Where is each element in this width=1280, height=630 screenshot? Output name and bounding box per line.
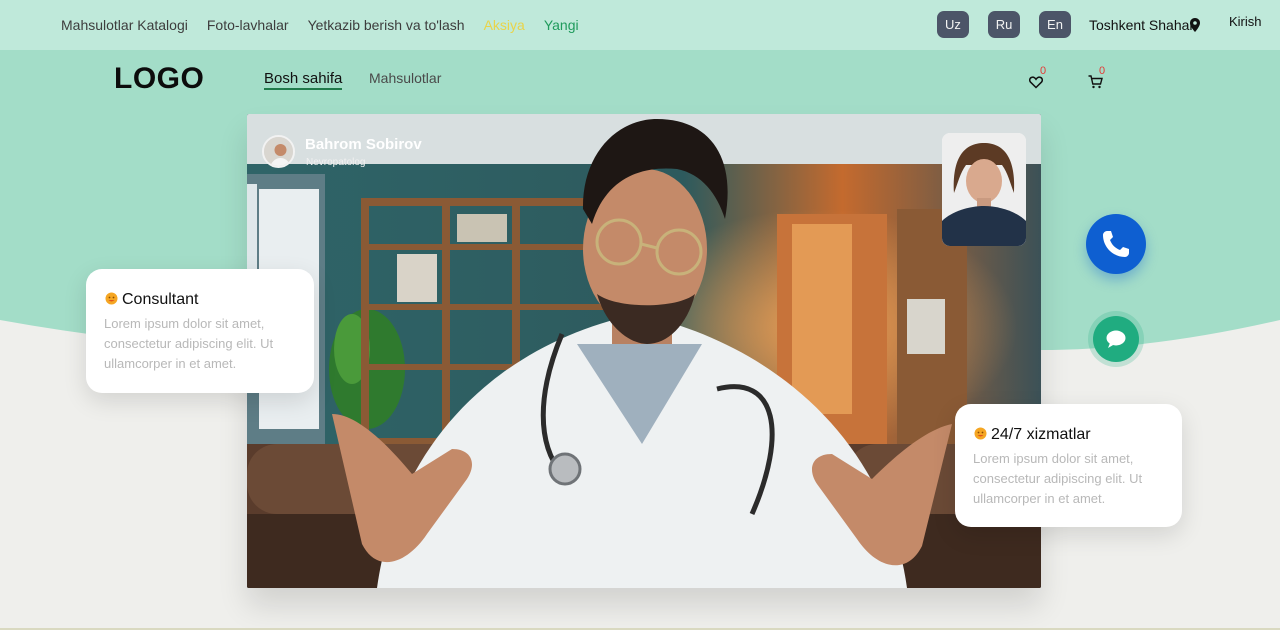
top-links: Mahsulotlar Katalogi Foto-lavhalar Yetka… (61, 17, 598, 33)
video-call-frame: Bahrom Sobirov Nevropatolog (247, 114, 1041, 588)
doctor-video-image (247, 114, 1041, 588)
link-delivery[interactable]: Yetkazib berish va to'lash (308, 17, 465, 33)
host-role: Nevropatolog (306, 157, 366, 168)
cart-count-badge: 0 (1099, 65, 1106, 77)
lang-ru-button[interactable]: Ru (988, 11, 1020, 38)
consultant-card-text: Lorem ipsum dolor sit amet, consectetur … (104, 316, 274, 371)
link-catalog[interactable]: Mahsulotlar Katalogi (61, 17, 188, 33)
wishlist-count-badge: 0 (1040, 65, 1047, 77)
city-selector[interactable]: Toshkent Shahar (1089, 17, 1194, 33)
patient-video-thumbnail[interactable] (942, 133, 1026, 246)
consultant-title-text: Consultant (122, 291, 199, 308)
consultant-card-title: Consultant (105, 291, 199, 309)
service-card-title: 24/7 xizmatlar (974, 426, 1091, 444)
host-name: Bahrom Sobirov (305, 136, 422, 153)
call-button[interactable] (1086, 214, 1146, 274)
service-card: 24/7 xizmatlar Lorem ipsum dolor sit ame… (955, 404, 1182, 527)
nav-products[interactable]: Mahsulotlar (369, 70, 441, 86)
location-pin-icon[interactable] (1189, 18, 1201, 32)
emoji-icon (105, 292, 118, 305)
phone-icon (1103, 231, 1129, 257)
link-photos[interactable]: Foto-lavhalar (207, 17, 289, 33)
service-card-text: Lorem ipsum dolor sit amet, consectetur … (973, 451, 1143, 506)
top-bar: Mahsulotlar Katalogi Foto-lavhalar Yetka… (0, 0, 1280, 50)
lang-uz-button[interactable]: Uz (937, 11, 969, 38)
cart-icon[interactable] (1088, 75, 1103, 89)
nav-home[interactable]: Bosh sahifa (264, 70, 343, 90)
login-link[interactable]: Kirish (1229, 14, 1262, 29)
chat-icon (1106, 330, 1126, 348)
site-logo[interactable]: LOGO (114, 62, 204, 96)
service-title-text: 24/7 xizmatlar (991, 426, 1091, 443)
link-sale[interactable]: Aksiya (484, 17, 525, 33)
lang-en-button[interactable]: En (1039, 11, 1071, 38)
link-new[interactable]: Yangi (544, 17, 579, 33)
chat-button[interactable] (1088, 311, 1144, 367)
heart-icon[interactable] (1029, 75, 1043, 89)
host-avatar (262, 135, 295, 168)
consultant-card: Consultant Lorem ipsum dolor sit amet, c… (86, 269, 314, 393)
emoji-icon (974, 427, 987, 440)
